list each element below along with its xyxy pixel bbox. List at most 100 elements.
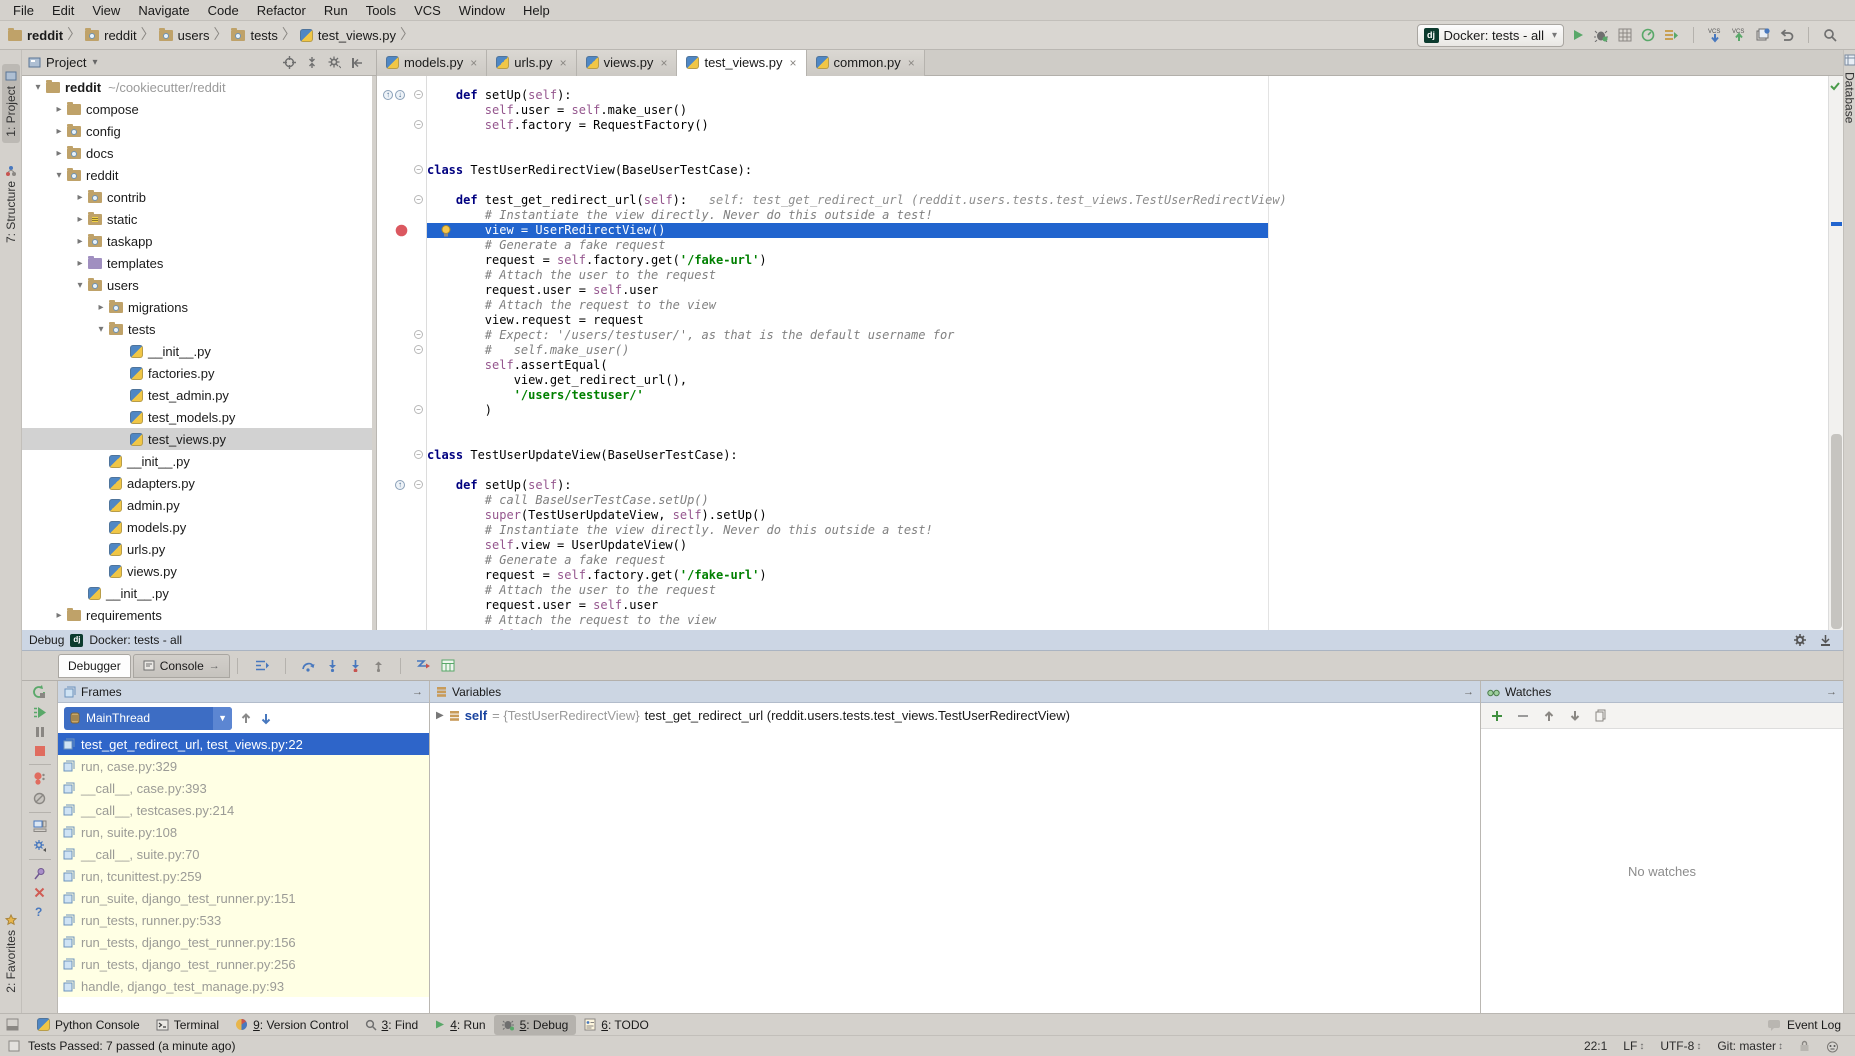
tree-item-test_admin-py[interactable]: test_admin.py: [22, 384, 372, 406]
hector-inspector-icon[interactable]: [1826, 1040, 1839, 1053]
code-line[interactable]: # Attach the request to the view: [427, 613, 1828, 628]
tree-item-factories-py[interactable]: factories.py: [22, 362, 372, 384]
editor-tab-models-py[interactable]: models.py×: [377, 50, 487, 76]
expand-arrow-icon[interactable]: ▸: [93, 302, 109, 313]
menu-refactor[interactable]: Refactor: [248, 2, 315, 19]
code-line[interactable]: # Attach the user to the request: [427, 583, 1828, 598]
tree-item-taskapp[interactable]: ▸taskapp: [22, 230, 372, 252]
collapse-arrow-icon[interactable]: ▾: [30, 82, 46, 93]
fold-marker-icon[interactable]: −: [414, 345, 423, 354]
menu-edit[interactable]: Edit: [43, 2, 83, 19]
tree-item-static[interactable]: ▸static: [22, 208, 372, 230]
settings-gear-icon[interactable]: [328, 56, 341, 69]
expand-arrow-icon[interactable]: ▸: [51, 148, 67, 159]
encoding-indicator[interactable]: UTF-8: [1660, 1039, 1694, 1053]
hide-toolwindow-icon[interactable]: [1819, 634, 1832, 647]
fold-marker-icon[interactable]: −: [414, 165, 423, 174]
toolwindow-button-python-console[interactable]: Python Console: [29, 1015, 148, 1035]
database-icon[interactable]: [1844, 54, 1855, 66]
toolwindow-button-find[interactable]: 3: Find: [357, 1015, 427, 1035]
fold-marker-icon[interactable]: −: [414, 330, 423, 339]
breadcrumb-item[interactable]: reddit: [8, 28, 63, 43]
inspections-ok-icon[interactable]: [1829, 80, 1841, 92]
close-icon[interactable]: ×: [908, 56, 915, 70]
editor-tab-urls-py[interactable]: urls.py×: [487, 50, 576, 76]
frame-row[interactable]: test_get_redirect_url, test_views.py:22: [58, 733, 429, 755]
tree-item-docs[interactable]: ▸docs: [22, 142, 372, 164]
evaluate-expression-icon[interactable]: [441, 659, 455, 672]
toolwindow-button-debug[interactable]: 5: Debug: [494, 1015, 577, 1035]
fold-marker-icon[interactable]: −: [414, 90, 423, 99]
menu-vcs[interactable]: VCS: [405, 2, 450, 19]
menu-navigate[interactable]: Navigate: [129, 2, 198, 19]
show-changes-icon[interactable]: [1756, 28, 1771, 42]
expand-arrow-icon[interactable]: ▸: [72, 192, 88, 203]
code-line[interactable]: class TestUserRedirectView(BaseUserTestC…: [427, 163, 1828, 178]
undo-icon[interactable]: [1780, 29, 1794, 42]
show-execution-point-icon[interactable]: [255, 659, 270, 672]
lock-icon[interactable]: [1799, 1040, 1810, 1052]
code-line[interactable]: request = self.factory.get('/fake-url'): [427, 568, 1828, 583]
collapse-arrow-icon[interactable]: ▾: [93, 324, 109, 335]
code-line[interactable]: # Attach the request to the view: [427, 298, 1828, 313]
expand-arrow-icon[interactable]: ▸: [51, 126, 67, 137]
resume-program-icon[interactable]: [33, 706, 47, 719]
tree-item-adapters-py[interactable]: adapters.py: [22, 472, 372, 494]
toolwindow-button-terminal[interactable]: Terminal: [148, 1015, 227, 1035]
frame-row[interactable]: run_tests, django_test_runner.py:156: [58, 931, 429, 953]
expand-arrow-icon[interactable]: ▸: [72, 258, 88, 269]
overridden-method-icon[interactable]: ↑: [395, 480, 405, 490]
profiler-icon[interactable]: [1641, 28, 1655, 42]
code-line[interactable]: request.user = self.user: [427, 283, 1828, 298]
fold-marker-icon[interactable]: −: [414, 480, 423, 489]
mute-breakpoints-icon[interactable]: [33, 792, 46, 805]
tree-item-__init__-py[interactable]: __init__.py: [22, 582, 372, 604]
project-panel-title[interactable]: Project: [46, 55, 86, 70]
code-line[interactable]: ): [427, 403, 1828, 418]
toolwindow-switcher-icon[interactable]: [6, 1018, 19, 1031]
git-branch-indicator[interactable]: Git: master: [1717, 1039, 1776, 1053]
move-down-icon[interactable]: [1569, 710, 1581, 722]
code-line[interactable]: self.assertEqual(: [427, 358, 1828, 373]
run-configuration-select[interactable]: dj Docker: tests - all ▾: [1417, 24, 1564, 47]
caret-position[interactable]: 22:1: [1584, 1039, 1607, 1053]
restore-layout-icon[interactable]: [33, 820, 47, 832]
code-line[interactable]: self.view = UserUpdateView(): [427, 538, 1828, 553]
editor-code-area[interactable]: def setUp(self): self.user = self.make_u…: [427, 76, 1828, 630]
code-line[interactable]: class TestUserUpdateView(BaseUserTestCas…: [427, 448, 1828, 463]
code-line[interactable]: def test_get_redirect_url(self): self: t…: [427, 193, 1828, 208]
step-out-icon[interactable]: [372, 659, 385, 672]
debug-settings-icon[interactable]: [33, 839, 47, 852]
vcs-update-icon[interactable]: VCS: [1708, 27, 1723, 43]
frame-down-icon[interactable]: [260, 712, 272, 725]
toolwindow-button-favorites[interactable]: 2: Favorites: [2, 908, 20, 999]
run-to-cursor-icon[interactable]: [416, 659, 431, 672]
duplicate-watch-icon[interactable]: [1595, 709, 1607, 722]
code-line[interactable]: request.user = self.user: [427, 598, 1828, 613]
code-line[interactable]: # Attach the user to the request: [427, 268, 1828, 283]
tree-item-views-py[interactable]: views.py: [22, 560, 372, 582]
event-log-button[interactable]: Event Log: [1787, 1018, 1841, 1032]
code-line[interactable]: # Generate a fake request: [427, 553, 1828, 568]
tree-item-config[interactable]: ▸config: [22, 120, 372, 142]
expand-arrow-icon[interactable]: ▸: [72, 236, 88, 247]
frame-row[interactable]: run_tests, django_test_runner.py:256: [58, 953, 429, 975]
vcs-commit-icon[interactable]: VCS: [1732, 27, 1747, 43]
overridden-method-icon[interactable]: ↑↓: [383, 90, 405, 100]
execution-line[interactable]: view = UserRedirectView(): [427, 223, 1828, 238]
breakpoint-icon[interactable]: [395, 224, 408, 237]
step-into-icon[interactable]: [326, 659, 339, 672]
code-line[interactable]: [427, 148, 1828, 163]
toolwindow-button-structure[interactable]: 7: Structure: [2, 159, 20, 249]
intention-bulb-icon[interactable]: [441, 225, 451, 237]
tree-item-requirements[interactable]: ▸requirements: [22, 604, 372, 626]
frame-row[interactable]: run, tcunittest.py:259: [58, 865, 429, 887]
menu-code[interactable]: Code: [199, 2, 248, 19]
breadcrumb-item[interactable]: test_views.py: [300, 28, 396, 43]
code-line[interactable]: # Instantiate the view directly. Never d…: [427, 208, 1828, 223]
pin-icon[interactable]: →: [1463, 686, 1474, 698]
code-line[interactable]: [427, 133, 1828, 148]
close-icon[interactable]: [34, 887, 45, 898]
pause-program-icon[interactable]: [34, 726, 46, 738]
status-message[interactable]: Tests Passed: 7 passed (a minute ago): [28, 1039, 235, 1053]
